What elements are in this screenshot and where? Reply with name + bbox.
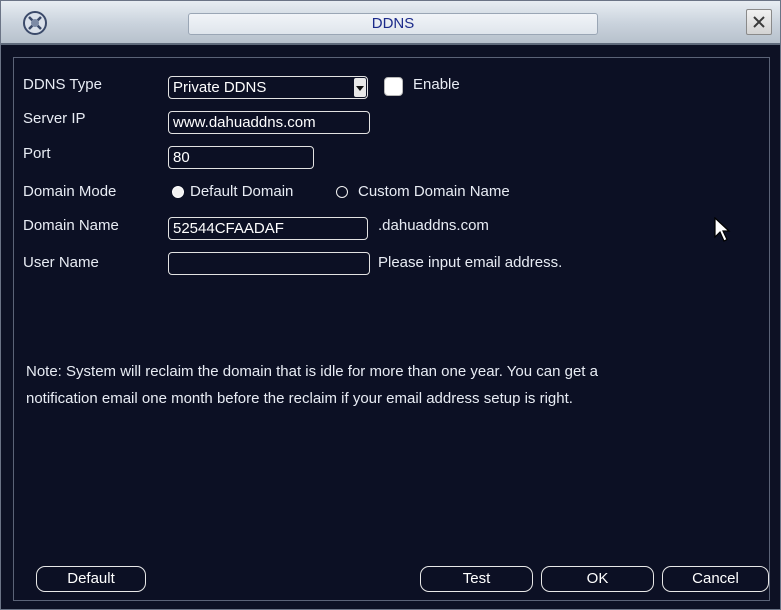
custom-domain-radio[interactable] [336, 186, 348, 198]
window-title: DDNS [188, 13, 598, 35]
enable-label: Enable [413, 76, 460, 93]
domain-suffix: .dahuaddns.com [378, 217, 489, 234]
server-ip-input[interactable]: www.dahuaddns.com [168, 111, 370, 134]
default-domain-label: Default Domain [190, 183, 294, 200]
port-input[interactable]: 80 [168, 146, 314, 169]
default-domain-radio[interactable] [172, 186, 184, 198]
email-hint: Please input email address. [378, 254, 563, 271]
default-button[interactable]: Default [36, 566, 146, 592]
ok-button[interactable]: OK [541, 566, 654, 592]
user-name-input[interactable] [168, 252, 370, 275]
ddns-window: DDNS DDNS Type Private DDNS Enable Serve… [0, 0, 781, 610]
custom-domain-label: Custom Domain Name [358, 183, 510, 200]
server-ip-label: Server IP [23, 110, 86, 127]
ddns-type-label: DDNS Type [23, 76, 102, 93]
chevron-down-icon[interactable] [354, 78, 366, 97]
ddns-type-value: Private DDNS [173, 79, 267, 96]
user-name-label: User Name [23, 254, 99, 271]
cancel-button[interactable]: Cancel [662, 566, 769, 592]
domain-name-label: Domain Name [23, 217, 119, 234]
close-button[interactable] [746, 9, 772, 35]
note-line-1: Note: System will reclaim the domain tha… [26, 363, 598, 380]
title-bar: DDNS [1, 1, 780, 45]
reclaim-note: Note: System will reclaim the domain tha… [26, 358, 766, 412]
enable-checkbox[interactable] [384, 77, 403, 96]
mouse-pointer-icon [714, 217, 731, 242]
port-label: Port [23, 145, 51, 162]
test-button[interactable]: Test [420, 566, 533, 592]
ddns-settings-panel: DDNS Type Private DDNS Enable Server IP … [13, 57, 770, 601]
note-line-2: notification email one month before the … [26, 390, 573, 407]
ddns-type-select[interactable]: Private DDNS [168, 76, 368, 99]
close-icon [753, 16, 765, 28]
app-logo-icon [23, 11, 47, 35]
domain-name-input[interactable]: 52544CFAADAF [168, 217, 368, 240]
domain-mode-label: Domain Mode [23, 183, 117, 200]
